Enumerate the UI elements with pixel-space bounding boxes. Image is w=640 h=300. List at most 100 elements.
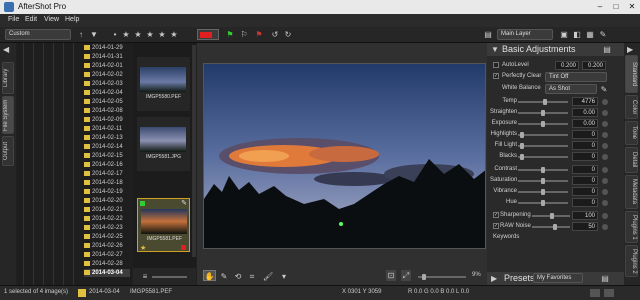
autolevel-value-1[interactable]: 0.200 [555,61,579,70]
dropdown-icon[interactable]: ▾ [279,271,289,282]
slider-knob[interactable] [520,154,525,160]
adjustment-slider[interactable] [518,143,568,149]
reset-icon[interactable] [602,154,608,160]
menu-file[interactable]: File [8,16,19,23]
folder-item[interactable]: 2014-02-17 [84,170,130,178]
status-icon-2[interactable] [604,289,614,297]
hand-tool-icon[interactable]: ✋ [203,270,216,281]
white-balance-combo[interactable]: As Shot [545,84,597,94]
reset-icon[interactable] [602,110,608,116]
tab-tone[interactable]: Tone [625,121,638,145]
collapse-left-icon[interactable]: ◀ [3,45,13,55]
brush-tool-icon[interactable]: 🖌 [263,271,273,282]
crop-tool-icon[interactable]: ⌗ [247,271,257,282]
tab-plugins-2[interactable]: Plugins 2 [625,245,638,277]
adjustment-slider[interactable] [532,213,570,219]
reset-icon[interactable] [602,189,608,195]
adjustment-value[interactable]: 0 [572,141,598,150]
folder-item[interactable]: 2014-02-11 [84,125,130,133]
folder-item[interactable]: 2014-02-02 [84,71,130,79]
thumbnail-3-selected[interactable]: ✎ IMGP5581.PEF ★ [137,198,190,252]
folder-item[interactable]: 2014-01-31 [84,53,130,61]
adjustment-value[interactable]: 0 [572,198,598,207]
perfectly-clear-combo[interactable]: Tint Off [545,72,607,82]
reset-icon[interactable] [602,213,608,219]
folder-item[interactable]: 2014-02-15 [84,152,130,160]
folder-item[interactable]: 2014-02-08 [84,107,130,115]
enable-checkbox[interactable]: ✓ [493,223,499,229]
main-image[interactable] [203,63,486,249]
adjustment-slider[interactable] [532,224,570,230]
slider-knob[interactable] [541,110,545,116]
panel-menu-icon[interactable]: ▤ [602,44,612,55]
status-icon-1[interactable] [590,289,600,297]
zoom-slider-knob[interactable] [422,274,426,280]
adjustment-value[interactable]: 0.00 [572,119,598,128]
slider-knob[interactable] [541,167,545,173]
presets-combo[interactable]: My Favorites [533,273,583,283]
fullscreen-icon[interactable]: ⤢ [401,270,411,281]
slider-knob[interactable] [541,200,545,206]
folder-item[interactable]: 2014-02-28 [84,260,130,268]
fit-icon[interactable]: ⊡ [386,270,396,281]
slider-knob[interactable] [541,178,545,184]
folder-item[interactable]: 2014-02-03 [84,80,130,88]
expand-arrow-icon[interactable]: ▶ [491,274,497,283]
pen-tool-icon[interactable]: ✎ [219,271,229,282]
filter-icon[interactable]: ▼ [89,29,99,40]
tab-detail[interactable]: Detail [625,147,638,173]
perfectly-clear-checkbox[interactable]: ✓ [493,73,499,79]
folder-item[interactable]: 2014-02-20 [84,197,130,205]
adjustment-value[interactable]: 0 [572,176,598,185]
enable-checkbox[interactable]: ✓ [493,212,499,218]
slider-knob[interactable] [541,189,545,195]
reset-icon[interactable] [602,178,608,184]
reset-icon[interactable] [602,121,608,127]
rotate-right-icon[interactable]: ↻ [283,29,293,40]
folder-item[interactable]: 2014-02-22 [84,215,130,223]
folder-item[interactable]: 2014-02-21 [84,206,130,214]
star-icon-3[interactable]: ★ [145,29,155,40]
adjustment-slider[interactable] [518,154,568,160]
menu-edit[interactable]: Edit [25,16,37,23]
layer-combo[interactable]: Main Layer [497,29,553,40]
adjustment-value[interactable]: 0.00 [572,108,598,117]
reset-icon[interactable] [602,132,608,138]
adjustment-value[interactable]: 50 [572,222,598,231]
reset-icon[interactable] [602,200,608,206]
layer-icon-1[interactable]: ▣ [559,29,569,40]
presets-menu-icon[interactable]: ▤ [600,273,610,284]
menu-view[interactable]: View [44,16,59,23]
folder-item[interactable]: 2014-02-16 [84,161,130,169]
adjustment-slider[interactable] [518,132,568,138]
slider-knob[interactable] [543,99,548,105]
folder-item[interactable]: 2014-03-04 [84,269,130,277]
slider-knob[interactable] [520,143,525,149]
layer-icon-2[interactable]: ◧ [572,29,582,40]
adjustment-slider[interactable] [518,200,568,206]
minimize-icon[interactable]: – [592,1,608,13]
star-icon-1[interactable]: ★ [121,29,131,40]
folder-item[interactable]: 2014-02-05 [84,98,130,106]
maximize-icon[interactable]: □ [608,1,624,13]
dot-icon[interactable]: • [110,29,120,40]
slider-knob[interactable] [541,121,545,127]
slider-knob[interactable] [550,213,555,219]
eyedropper-icon[interactable]: ✎ [599,84,609,95]
folder-item[interactable]: 2014-02-26 [84,242,130,250]
sort-icon[interactable]: ≡ [140,271,150,282]
adjustment-slider[interactable] [518,110,568,116]
adjustment-slider[interactable] [518,167,568,173]
reject-flag-icon[interactable]: ⚑ [254,29,264,40]
collapse-arrow-icon[interactable]: ▼ [491,45,499,54]
preset-combo[interactable]: Custom [5,29,71,40]
collapse-right-icon[interactable]: ▶ [627,45,637,55]
folder-item[interactable]: 2014-02-14 [84,143,130,151]
adjustment-slider[interactable] [518,178,568,184]
tab-standard[interactable]: Standard [625,55,638,93]
arrow-up-icon[interactable]: ↑ [76,29,86,40]
zoom-slider[interactable] [418,274,466,280]
green-flag-icon[interactable]: ⚑ [225,29,235,40]
reset-icon[interactable] [602,99,608,105]
folder-item[interactable]: 2014-02-13 [84,134,130,142]
